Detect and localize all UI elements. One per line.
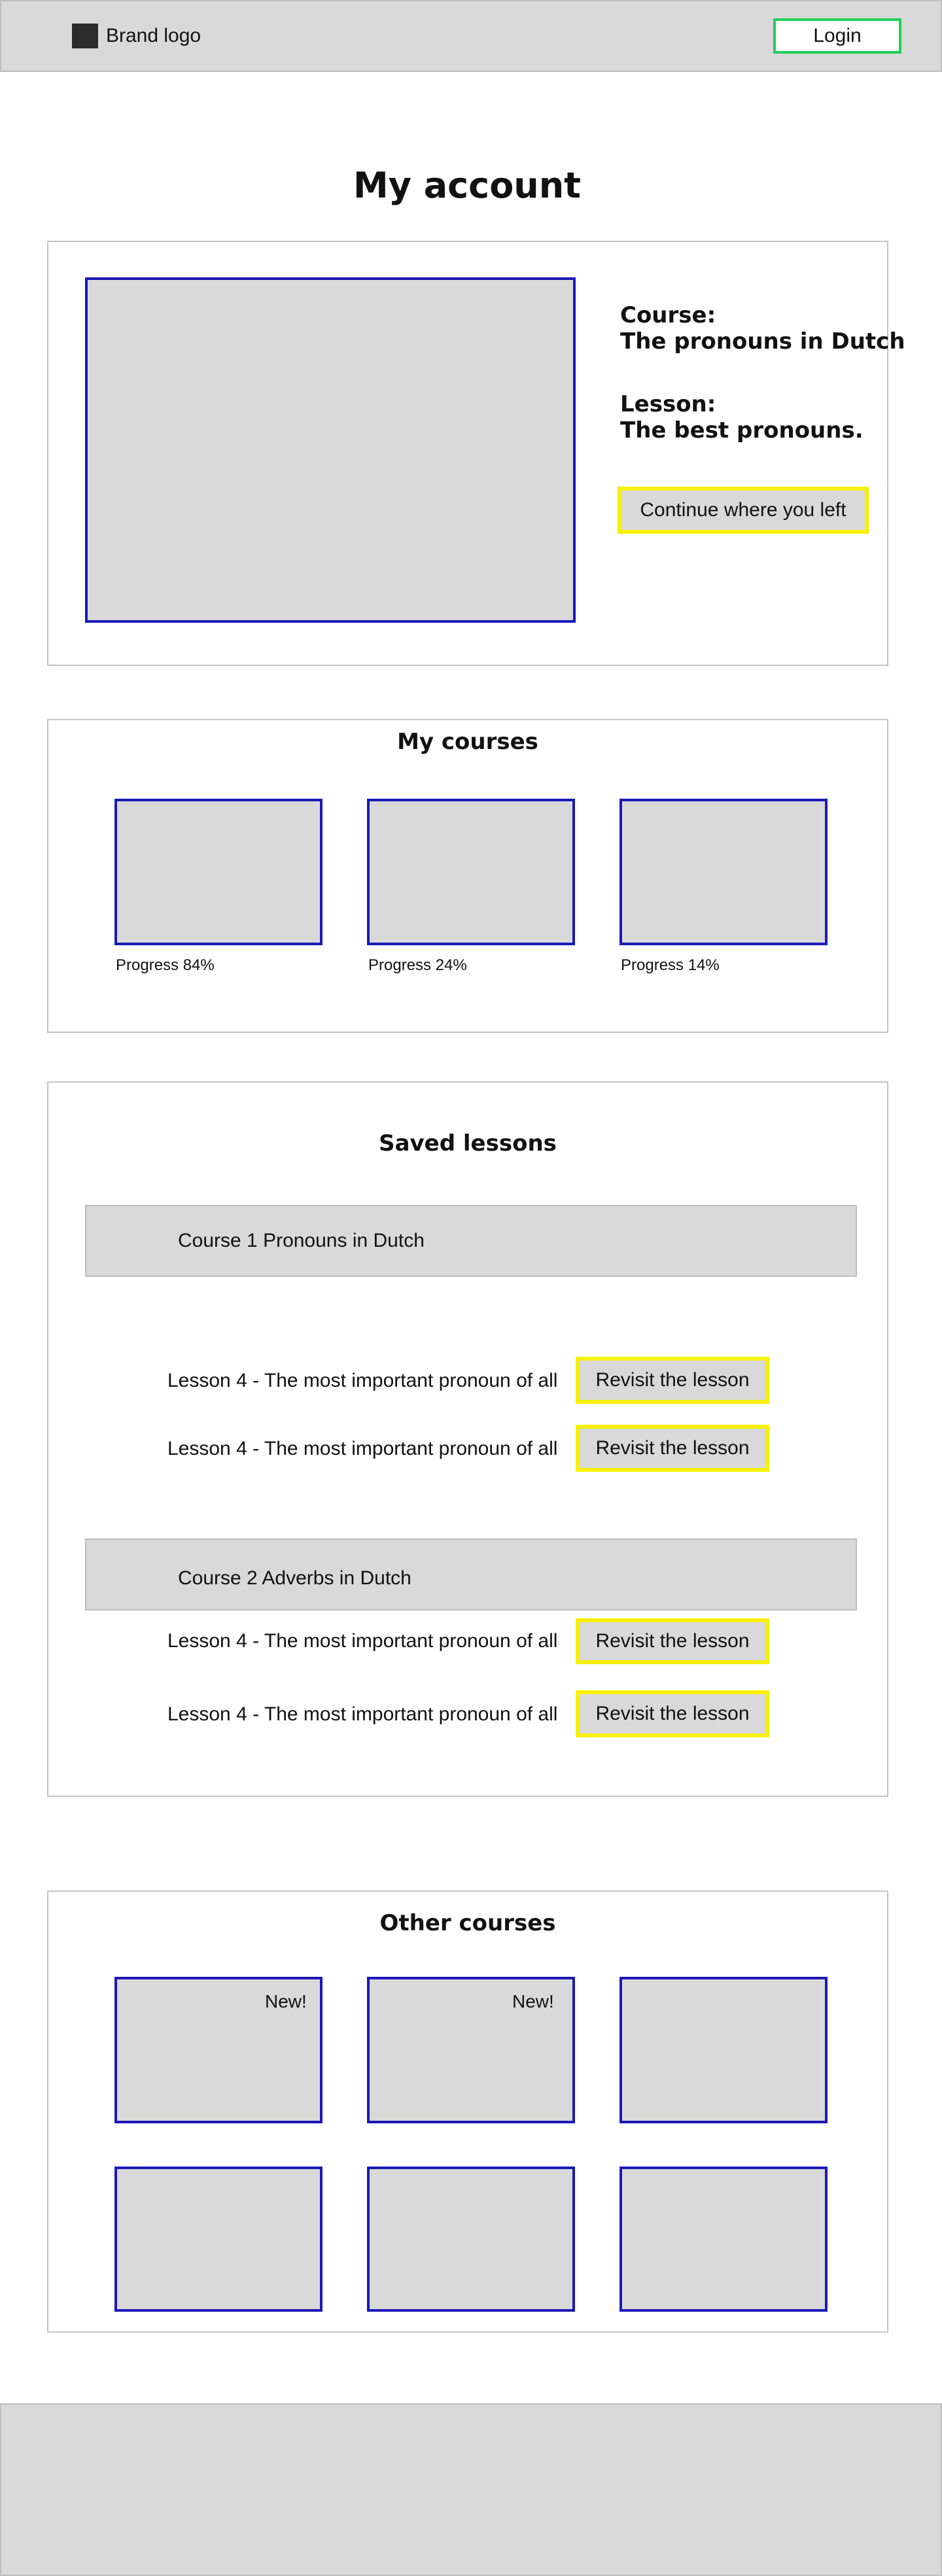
course-name: The pronouns in Dutch [620, 328, 905, 355]
revisit-lesson-button[interactable]: Revisit the lesson [576, 1690, 769, 1737]
other-courses-title: Other courses [379, 1910, 556, 1936]
saved-course-title: Course 1 Pronouns in Dutch [178, 1230, 425, 1251]
course-progress-text: Progress 14% [621, 956, 720, 974]
course-label: Course: [620, 302, 716, 328]
revisit-lesson-button[interactable]: Revisit the lesson [576, 1357, 769, 1404]
brand-logo-text[interactable]: Brand logo [106, 25, 201, 47]
revisit-lesson-button[interactable]: Revisit the lesson [576, 1618, 769, 1664]
saved-lesson-title: Lesson 4 - The most important pronoun of… [167, 1438, 558, 1459]
saved-lessons-title: Saved lessons [379, 1130, 557, 1157]
lesson-label: Lesson: [620, 391, 716, 417]
site-footer [0, 2403, 942, 2576]
current-lesson-video[interactable] [85, 277, 576, 623]
other-course-thumbnail[interactable] [619, 1977, 828, 2123]
page-title: My account [353, 165, 581, 206]
course-progress-text: Progress 24% [368, 956, 467, 974]
saved-lesson-title: Lesson 4 - The most important pronoun of… [167, 1370, 558, 1391]
lesson-name: The best pronouns. [620, 417, 864, 444]
my-course-thumbnail[interactable] [619, 799, 828, 945]
new-badge: New! [265, 1991, 307, 2011]
saved-course-title: Course 2 Adverbs in Dutch [178, 1567, 411, 1589]
saved-lesson-title: Lesson 4 - The most important pronoun of… [167, 1703, 558, 1725]
other-course-thumbnail[interactable] [367, 2167, 575, 2312]
my-course-thumbnail[interactable] [367, 799, 575, 945]
course-progress-text: Progress 84% [116, 956, 215, 974]
new-badge: New! [512, 1991, 554, 2011]
revisit-lesson-button[interactable]: Revisit the lesson [576, 1425, 769, 1472]
saved-lesson-title: Lesson 4 - The most important pronoun of… [167, 1630, 558, 1652]
my-course-thumbnail[interactable] [114, 799, 323, 945]
my-courses-title: My courses [397, 729, 538, 755]
continue-button[interactable]: Continue where you left [618, 487, 869, 534]
login-button[interactable]: Login [773, 18, 901, 54]
other-course-thumbnail[interactable] [619, 2167, 828, 2312]
brand-logo-icon[interactable] [72, 24, 98, 48]
other-course-thumbnail[interactable] [114, 2167, 323, 2312]
